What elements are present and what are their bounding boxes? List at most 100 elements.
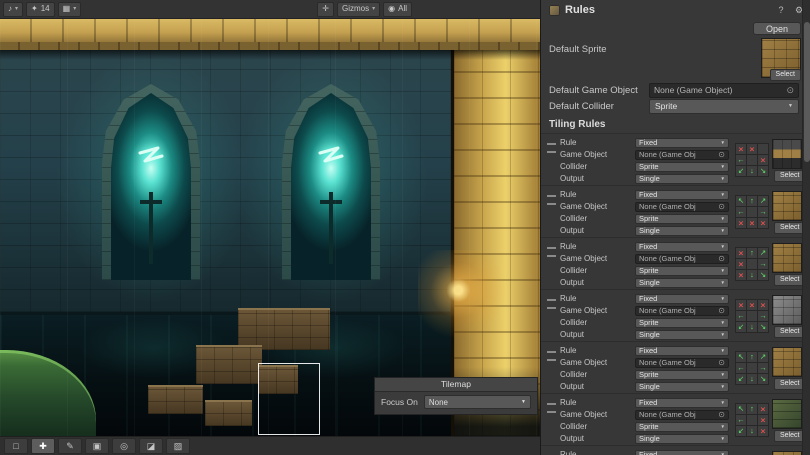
rule-output-dropdown[interactable]: Single▼ (635, 382, 729, 392)
object-picker-icon[interactable]: ⊙ (718, 411, 725, 419)
neighbor-cell[interactable]: → (758, 363, 768, 373)
neighbor-cell[interactable]: ↘ (758, 166, 768, 176)
neighbor-center-cell[interactable] (747, 207, 757, 217)
rule-select-button[interactable]: Select (774, 326, 805, 338)
rule-sprite-thumb[interactable] (772, 295, 802, 325)
default-game-object-field[interactable]: None (Game Object) ⊙ (649, 83, 799, 98)
neighbor-center-cell[interactable] (747, 155, 757, 165)
neighbor-cell[interactable]: × (736, 300, 746, 310)
rule-type-dropdown[interactable]: Fixed▼ (635, 138, 729, 148)
neighbor-cell[interactable]: × (736, 259, 746, 269)
neighbor-cell[interactable]: × (758, 300, 768, 310)
neighbor-cell[interactable]: ↖ (736, 196, 746, 206)
rule-type-dropdown[interactable]: Fixed▼ (635, 450, 729, 455)
flood-fill-tool[interactable]: ▨ (166, 438, 190, 454)
neighbor-cell[interactable] (758, 144, 768, 154)
default-sprite-select-button[interactable]: Select (770, 69, 801, 81)
neighbor-cell[interactable]: ↓ (747, 426, 757, 436)
object-picker-icon[interactable]: ⊙ (718, 255, 725, 263)
audio-toggle-button[interactable]: ♪ ▾ (3, 2, 23, 17)
scene-search-field[interactable]: ◉ All (383, 2, 412, 17)
neighbor-cell[interactable]: ↗ (758, 248, 768, 258)
rule-output-dropdown[interactable]: Single▼ (635, 226, 729, 236)
neighbor-cell[interactable]: ↙ (736, 322, 746, 332)
neighbor-cell[interactable]: ↖ (736, 352, 746, 362)
neighbor-cell[interactable]: × (758, 155, 768, 165)
rule-select-button[interactable]: Select (774, 222, 805, 234)
rule-type-dropdown[interactable]: Fixed▼ (635, 398, 729, 408)
neighbor-center-cell[interactable] (747, 415, 757, 425)
neighbor-cell[interactable]: → (758, 311, 768, 321)
rule-game-object-field[interactable]: None (Game Obj⊙ (635, 150, 729, 160)
neighbor-cell[interactable]: × (758, 404, 768, 414)
rule-collider-dropdown[interactable]: Sprite▼ (635, 266, 729, 276)
neighbor-cell[interactable]: ↙ (736, 374, 746, 384)
neighbor-cell[interactable]: ← (736, 155, 746, 165)
neighbor-cell[interactable]: ↘ (758, 322, 768, 332)
move-tool[interactable]: ✚ (31, 438, 55, 454)
neighbor-cell[interactable]: ↑ (747, 352, 757, 362)
neighbor-cell[interactable]: × (758, 415, 768, 425)
box-fill-tool[interactable]: ▣ (85, 438, 109, 454)
help-icon[interactable]: ? (775, 5, 787, 15)
drag-handle-icon[interactable] (547, 351, 556, 361)
select-tool[interactable]: □ (4, 438, 28, 454)
neighbor-cell[interactable]: ↓ (747, 374, 757, 384)
inspector-scrollbar[interactable] (802, 0, 810, 455)
rule-sprite-thumb[interactable] (772, 243, 802, 273)
rule-sprite-thumb[interactable] (772, 399, 802, 429)
rule-sprite-thumb[interactable] (772, 451, 802, 455)
rule-type-dropdown[interactable]: Fixed▼ (635, 294, 729, 304)
eraser-tool[interactable]: ◪ (139, 438, 163, 454)
focus-on-dropdown[interactable]: None ▼ (424, 395, 531, 409)
neighbor-cell[interactable]: → (758, 207, 768, 217)
rule-collider-dropdown[interactable]: Sprite▼ (635, 318, 729, 328)
tool-settings-button[interactable]: ✛ (317, 2, 334, 17)
neighbor-cell[interactable]: ← (736, 207, 746, 217)
rule-select-button[interactable]: Select (774, 274, 805, 286)
neighbor-cell[interactable]: ← (736, 415, 746, 425)
object-picker-icon[interactable]: ⊙ (786, 85, 794, 96)
neighbor-cell[interactable]: × (747, 218, 757, 228)
rule-game-object-field[interactable]: None (Game Obj⊙ (635, 410, 729, 420)
rule-type-dropdown[interactable]: Fixed▼ (635, 242, 729, 252)
rule-select-button[interactable]: Select (774, 378, 805, 390)
default-collider-dropdown[interactable]: Sprite ▼ (649, 99, 799, 114)
drag-handle-icon[interactable] (547, 247, 556, 257)
neighbor-cell[interactable]: × (747, 144, 757, 154)
rule-collider-dropdown[interactable]: Sprite▼ (635, 422, 729, 432)
neighbor-cell[interactable]: ← (736, 311, 746, 321)
neighbor-cell[interactable]: ↗ (758, 352, 768, 362)
neighbor-cell[interactable]: × (736, 248, 746, 258)
rule-game-object-field[interactable]: None (Game Obj⊙ (635, 202, 729, 212)
neighbor-center-cell[interactable] (747, 363, 757, 373)
effects-dropdown[interactable]: ✦ 14 (26, 2, 55, 17)
picker-tool[interactable]: ◎ (112, 438, 136, 454)
object-picker-icon[interactable]: ⊙ (718, 203, 725, 211)
drag-handle-icon[interactable] (547, 299, 556, 309)
neighbor-cell[interactable]: ↗ (758, 196, 768, 206)
rule-select-button[interactable]: Select (774, 170, 805, 182)
scrollbar-thumb[interactable] (804, 22, 810, 162)
rule-sprite-thumb[interactable] (772, 347, 802, 377)
object-picker-icon[interactable]: ⊙ (718, 151, 725, 159)
gizmos-dropdown[interactable]: Gizmos ▾ (337, 2, 380, 17)
rule-sprite-thumb[interactable] (772, 191, 802, 221)
neighbor-cell[interactable]: ↙ (736, 166, 746, 176)
object-picker-icon[interactable]: ⊙ (718, 359, 725, 367)
rule-output-dropdown[interactable]: Single▼ (635, 278, 729, 288)
neighbor-center-cell[interactable] (747, 311, 757, 321)
drag-handle-icon[interactable] (547, 143, 556, 153)
neighbor-cell[interactable]: ↓ (747, 322, 757, 332)
rule-game-object-field[interactable]: None (Game Obj⊙ (635, 306, 729, 316)
neighbor-cell[interactable]: ↘ (758, 374, 768, 384)
neighbor-cell[interactable]: × (736, 218, 746, 228)
rule-type-dropdown[interactable]: Fixed▼ (635, 190, 729, 200)
rule-type-dropdown[interactable]: Fixed▼ (635, 346, 729, 356)
rule-game-object-field[interactable]: None (Game Obj⊙ (635, 358, 729, 368)
scene-canvas[interactable]: Tilemap Focus On None ▼ (0, 18, 540, 437)
neighbor-cell[interactable]: ↓ (747, 270, 757, 280)
neighbor-cell[interactable]: ↖ (736, 404, 746, 414)
neighbor-cell[interactable]: × (758, 218, 768, 228)
grid-settings-button[interactable]: ▦ ▾ (58, 2, 82, 17)
